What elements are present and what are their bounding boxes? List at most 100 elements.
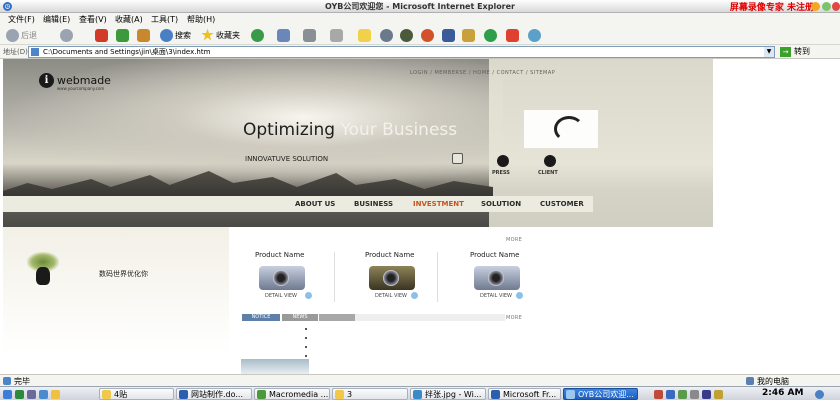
ie-icon[interactable] — [3, 389, 12, 399]
about-icon[interactable] — [452, 153, 463, 164]
print-button[interactable] — [303, 28, 316, 42]
task-item[interactable]: 4贴 — [99, 388, 174, 400]
search-button[interactable]: 搜索 — [160, 28, 191, 42]
search-icon — [160, 28, 173, 42]
address-input[interactable]: C:\Documents and Settings\jin\桌面\3\index… — [28, 46, 775, 58]
search-tray[interactable] — [815, 388, 827, 400]
back-button[interactable]: 后退 — [6, 28, 37, 42]
menu-favorites[interactable]: 收藏(A) — [115, 14, 143, 25]
menu-view[interactable]: 查看(V) — [79, 14, 107, 25]
status-bar: 完毕 我的电脑 — [0, 374, 840, 386]
star-icon — [201, 28, 214, 41]
nav-investment[interactable]: INVESTMENT — [413, 200, 464, 208]
toolbar: 后退 搜索 收藏夹 — [0, 25, 840, 45]
messenger-icon[interactable] — [15, 389, 24, 399]
product-divider — [437, 252, 438, 302]
quicklaunch — [3, 388, 63, 400]
hero-banner: i webmade www.yourcompany.com LOGIN / ME… — [3, 59, 713, 227]
addon-3-button[interactable] — [421, 28, 434, 42]
task-label: 拌张.jpg - Wi... — [425, 389, 482, 399]
product-card[interactable]: Product Name DETAIL VIEW — [353, 250, 453, 310]
task-item[interactable]: Macromedia ... — [254, 388, 330, 400]
stop-icon — [95, 28, 108, 42]
refresh-button[interactable] — [116, 28, 129, 42]
lens-icon — [273, 270, 289, 286]
address-dropdown-icon[interactable]: ▼ — [764, 47, 774, 57]
media-button[interactable] — [251, 28, 264, 42]
tab-notice[interactable]: NOTICE — [242, 314, 280, 321]
task-item[interactable]: 3 — [332, 388, 408, 400]
mail-button[interactable] — [277, 28, 290, 42]
addon-1-button[interactable] — [380, 28, 393, 42]
tray-icon-3[interactable] — [678, 389, 687, 399]
favorites-button[interactable]: 收藏夹 — [201, 28, 240, 42]
magnifier-icon[interactable] — [305, 292, 312, 299]
nav-solution[interactable]: SOLUTION — [481, 200, 521, 208]
tray-icon-1[interactable] — [654, 389, 663, 399]
page-done-icon — [3, 377, 11, 385]
detail-view-link[interactable]: DETAIL VIEW — [375, 293, 407, 299]
addon-6-button[interactable] — [484, 28, 497, 42]
taskbar: 4贴 网站制作.do... Macromedia ... 3 拌张.jpg - … — [0, 386, 840, 400]
task-label: Macromedia ... — [269, 389, 329, 399]
print-icon — [303, 28, 316, 42]
product-divider — [334, 252, 335, 302]
minimize-icon[interactable] — [811, 2, 820, 11]
outlook-icon[interactable] — [39, 389, 48, 399]
addon-2-button[interactable] — [400, 28, 413, 42]
detail-view-link[interactable]: DETAIL VIEW — [265, 293, 297, 299]
press-label[interactable]: PRESS — [492, 170, 510, 176]
home-button[interactable] — [137, 28, 150, 42]
menu-edit[interactable]: 编辑(E) — [43, 14, 70, 25]
media-player-icon[interactable] — [27, 389, 36, 399]
tray-icon-2[interactable] — [666, 389, 675, 399]
go-button[interactable]: → 转到 — [780, 46, 810, 57]
clock[interactable]: 2:46 AM — [762, 388, 803, 398]
products-more-link[interactable]: MORE — [506, 237, 522, 243]
headline: Optimizing Your Business — [243, 120, 457, 140]
tray-icon-6[interactable] — [714, 389, 723, 399]
magnifier-icon[interactable] — [516, 292, 523, 299]
edit-button[interactable] — [330, 28, 343, 42]
client-icon[interactable] — [544, 155, 556, 167]
task-item[interactable]: 拌张.jpg - Wi... — [410, 388, 486, 400]
addon-7-button[interactable] — [506, 28, 519, 42]
addon-5-button[interactable] — [462, 28, 475, 42]
detail-view-link[interactable]: DETAIL VIEW — [480, 293, 512, 299]
menu-file[interactable]: 文件(F) — [8, 14, 35, 25]
nav-customer[interactable]: CUSTOMER — [540, 200, 584, 208]
stop-button[interactable] — [95, 28, 108, 42]
site-logo[interactable]: i webmade www.yourcompany.com — [39, 73, 111, 91]
product-name: Product Name — [255, 251, 305, 259]
forward-button[interactable] — [60, 28, 73, 42]
addon-6-icon — [484, 28, 497, 42]
mail-icon — [277, 28, 290, 42]
tray-icon-4[interactable] — [690, 389, 699, 399]
menu-tools[interactable]: 工具(T) — [151, 14, 178, 25]
tray-icon-5[interactable] — [702, 389, 711, 399]
logo-sub: www.yourcompany.com — [57, 86, 105, 91]
close-icon[interactable] — [832, 2, 840, 11]
maximize-icon[interactable] — [822, 2, 831, 11]
nav-about-us[interactable]: ABOUT US — [295, 200, 335, 208]
menu-bar: 文件(F) 编辑(E) 查看(V) 收藏(A) 工具(T) 帮助(H) — [0, 13, 840, 25]
task-item-active[interactable]: OYB公司欢迎... — [563, 388, 638, 400]
desktop-icon[interactable] — [51, 389, 60, 399]
task-item[interactable]: 网站制作.do... — [176, 388, 252, 400]
product-card[interactable]: Product Name DETAIL VIEW — [243, 250, 343, 310]
notice-more-link[interactable]: MORE — [506, 315, 522, 321]
messenger-button[interactable] — [358, 28, 371, 42]
task-item[interactable]: Microsoft Fr... — [488, 388, 561, 400]
tab-news[interactable]: NEWS — [282, 314, 318, 321]
addon-8-button[interactable] — [528, 28, 541, 42]
product-card[interactable]: Product Name DETAIL VIEW — [458, 250, 558, 310]
addon-7-icon — [506, 28, 519, 42]
nav-business[interactable]: BUSINESS — [354, 200, 393, 208]
top-links[interactable]: LOGIN / MEMBERSE / HOME / CONTACT / SITE… — [410, 70, 555, 76]
magnifier-icon[interactable] — [411, 292, 418, 299]
menu-help[interactable]: 帮助(H) — [187, 14, 215, 25]
addon-4-button[interactable] — [442, 28, 455, 42]
page-icon — [31, 48, 39, 56]
client-label[interactable]: CLIENT — [538, 170, 558, 176]
press-icon[interactable] — [497, 155, 509, 167]
